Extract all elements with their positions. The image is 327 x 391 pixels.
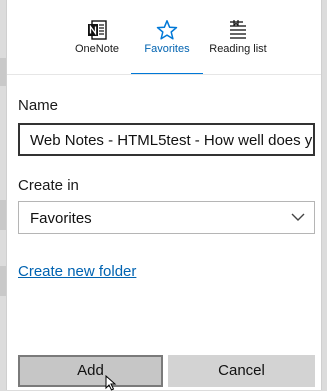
name-label: Name — [18, 97, 59, 114]
add-favorite-panel: OneNote Favorites Reading list Name Web … — [6, 0, 322, 391]
create-new-folder-link[interactable]: Create new folder — [18, 263, 136, 280]
star-icon — [156, 20, 178, 40]
reading-list-icon — [230, 20, 246, 39]
create-in-label: Create in — [18, 177, 79, 194]
tab-reading-list-label: Reading list — [209, 43, 267, 55]
tab-divider — [7, 74, 321, 75]
onenote-icon — [88, 20, 107, 40]
tab-bar: OneNote Favorites Reading list — [7, 0, 321, 75]
mouse-pointer-icon — [105, 375, 117, 391]
tab-favorites-label: Favorites — [144, 43, 190, 55]
tab-onenote[interactable]: OneNote — [62, 0, 132, 75]
cancel-button[interactable]: Cancel — [168, 355, 315, 387]
add-button[interactable]: Add — [18, 355, 163, 387]
name-field[interactable]: Web Notes - HTML5test - How well does y — [18, 123, 315, 156]
tab-onenote-label: OneNote — [74, 43, 120, 55]
chevron-down-icon — [291, 213, 305, 221]
tab-reading-list[interactable]: Reading list — [207, 0, 269, 75]
create-in-value: Favorites — [30, 210, 92, 227]
create-in-dropdown[interactable]: Favorites — [18, 201, 315, 234]
tab-favorites[interactable]: Favorites — [131, 0, 203, 75]
